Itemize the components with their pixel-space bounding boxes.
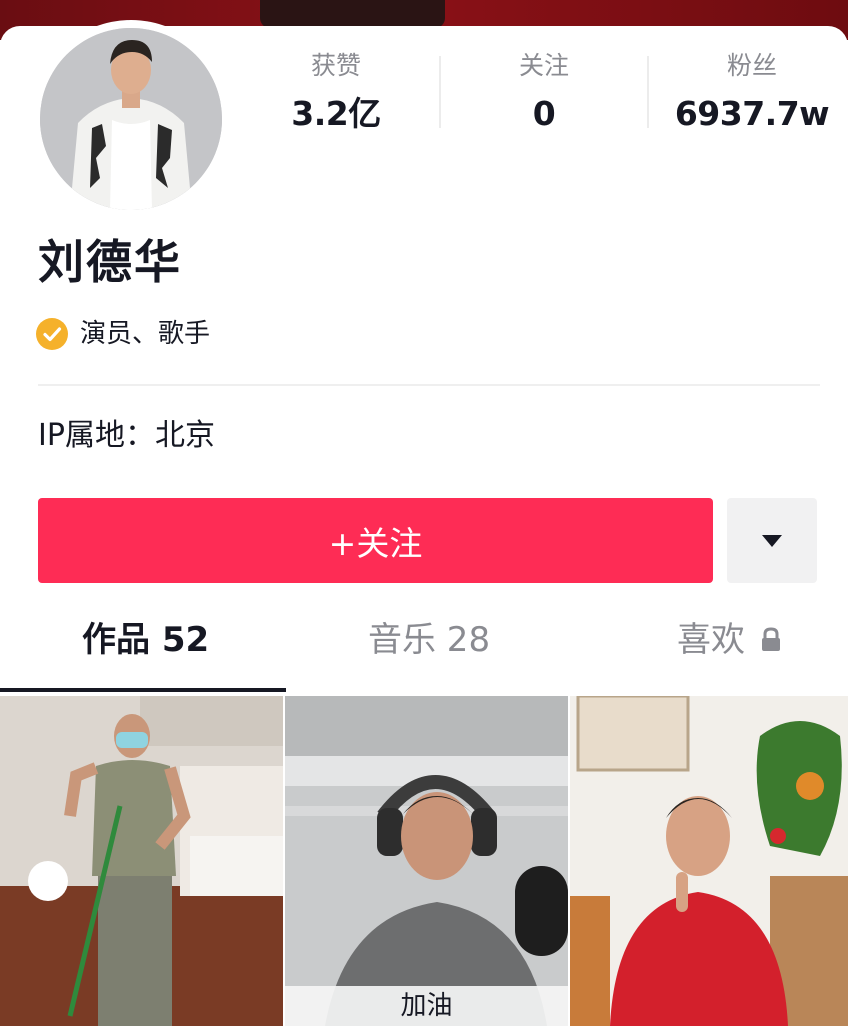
video-thumbnail[interactable] [0, 696, 283, 1026]
more-options-button[interactable] [727, 498, 817, 583]
caret-down-icon [762, 534, 782, 547]
verified-label: 演员、歌手 [80, 319, 211, 349]
video-thumbnail-image [570, 696, 848, 1026]
video-thumbnail-image [0, 696, 283, 1026]
tab-works-label: 作品 52 [82, 620, 210, 660]
stat-likes[interactable]: 获赞 3.2亿 [236, 48, 436, 138]
video-thumbnail[interactable]: 加油 [285, 696, 568, 1026]
stat-following-value: 0 [532, 94, 556, 133]
follow-button[interactable]: +关注 [38, 498, 713, 583]
video-grid: 加油 [0, 696, 848, 1026]
profile-card: 获赞 3.2亿 关注 0 粉丝 6937.7w 刘德华 演员、歌手 IP属地：北… [0, 20, 848, 1026]
stat-likes-label: 获赞 [310, 51, 361, 80]
tab-likes[interactable]: 喜欢 [677, 618, 782, 662]
lock-icon [761, 627, 780, 651]
tab-music-label: 音乐 28 [368, 620, 491, 660]
stat-following-label: 关注 [518, 51, 569, 80]
tab-likes-label: 喜欢 [677, 620, 745, 660]
avatar[interactable] [40, 28, 222, 210]
banner-figure [260, 0, 445, 28]
video-caption: 加油 [285, 986, 568, 1026]
verified-badge-icon [36, 318, 68, 350]
profile-name: 刘德华 [38, 235, 182, 289]
avatar-portrait [40, 28, 222, 210]
stat-likes-value: 3.2亿 [291, 94, 381, 133]
stat-divider [439, 56, 441, 128]
tab-music[interactable]: 音乐 28 [368, 618, 490, 662]
stat-following[interactable]: 关注 0 [444, 48, 644, 138]
tab-works[interactable]: 作品 52 [82, 618, 209, 662]
stat-followers-label: 粉丝 [726, 51, 777, 80]
ip-location: IP属地：北京 [38, 418, 215, 453]
stat-divider [647, 56, 649, 128]
stat-followers-value: 6937.7w [674, 94, 830, 133]
video-thumbnail-image [285, 696, 568, 1026]
stat-followers[interactable]: 粉丝 6937.7w [652, 48, 848, 138]
section-divider [38, 384, 820, 386]
video-thumbnail[interactable] [570, 696, 848, 1026]
active-tab-indicator [0, 688, 286, 692]
